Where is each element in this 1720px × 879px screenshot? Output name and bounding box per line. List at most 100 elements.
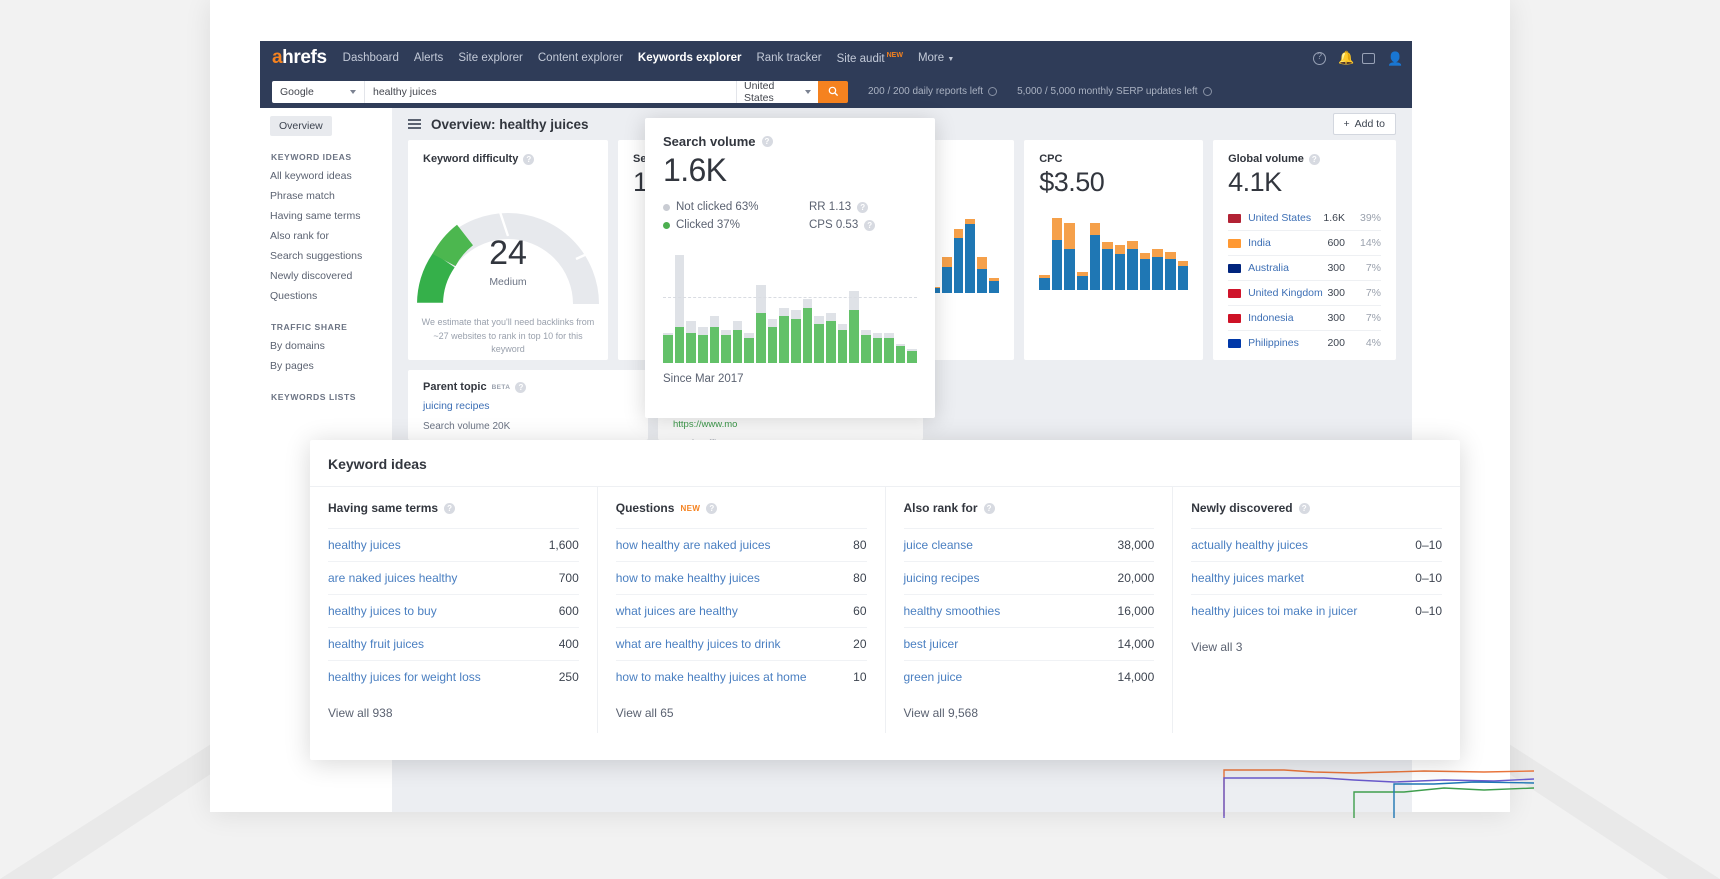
help-icon[interactable]: ? — [1298, 502, 1310, 514]
help-icon[interactable] — [988, 87, 998, 96]
help-icon[interactable]: ? — [761, 136, 773, 147]
clicked-segment — [686, 332, 696, 363]
view-all-link[interactable]: View all 9,568 — [904, 693, 1155, 733]
search-volume-bar — [686, 321, 696, 363]
nav-item-alerts[interactable]: Alerts — [414, 52, 443, 64]
sidebar-item-also-rank-for[interactable]: Also rank for — [270, 230, 392, 242]
first-result-url: https://www.mo — [673, 419, 738, 430]
help-icon[interactable]: ? — [444, 502, 456, 514]
sidebar-item-phrase-match[interactable]: Phrase match — [270, 190, 392, 202]
column-header-label: Having same terms — [328, 501, 439, 515]
country-row[interactable]: Philippines 200 4% — [1228, 330, 1381, 355]
nav-item-rank-tracker[interactable]: Rank tracker — [756, 52, 821, 64]
sidebar-item-all-keyword-ideas[interactable]: All keyword ideas — [270, 170, 392, 182]
parent-topic-link[interactable]: juicing recipes — [423, 400, 633, 412]
nav-item-site-explorer[interactable]: Site explorer — [458, 52, 523, 64]
window-icon[interactable] — [1362, 52, 1375, 64]
sidebar-item-questions[interactable]: Questions — [270, 290, 392, 302]
cpc-bar — [1064, 223, 1075, 290]
nav-item-site-audit[interactable]: Site audit NEW — [837, 52, 903, 65]
sidebar-item-overview[interactable]: Overview — [270, 116, 332, 136]
keyword-link[interactable]: actually healthy juices — [1191, 538, 1308, 552]
country-row[interactable]: United Kingdom 300 7% — [1228, 280, 1381, 305]
country-row[interactable]: United States 1.6K 39% — [1228, 206, 1381, 230]
help-icon[interactable] — [1202, 87, 1212, 96]
keyword-ideas-row: how healthy are naked juices 80 — [615, 528, 867, 561]
sidebar-item-by-domains[interactable]: By domains — [270, 340, 392, 352]
sidebar-item-newly-discovered[interactable]: Newly discovered — [270, 270, 392, 282]
search-volume-popup: Search volume ? 1.6K Not clicked 63% Cli… — [645, 118, 935, 418]
view-all-link[interactable]: View all 65 — [616, 693, 867, 733]
keyword-link[interactable]: are naked juices healthy — [328, 571, 457, 585]
keyword-link[interactable]: how healthy are naked juices — [616, 538, 771, 552]
not-clicked-segment — [849, 291, 859, 311]
keyword-link[interactable]: what juices are healthy — [616, 604, 738, 618]
chevron-down-icon — [805, 89, 811, 94]
sidebar-item-search-suggestions[interactable]: Search suggestions — [270, 250, 392, 262]
return-rate-stat: RR 1.13? — [809, 201, 915, 213]
help-icon[interactable]: ? — [857, 201, 869, 213]
keyword-link[interactable]: healthy juices toi make in juicer — [1191, 604, 1357, 618]
flag-icon — [1228, 313, 1242, 323]
help-icon[interactable] — [1313, 51, 1326, 65]
search-volume-bar — [884, 332, 894, 363]
keyword-link[interactable]: what are healthy juices to drink — [616, 637, 781, 651]
keyword-link[interactable]: healthy juices market — [1191, 571, 1304, 585]
help-icon[interactable]: ? — [523, 153, 535, 165]
keyword-ideas-row: healthy juices 1,600 — [328, 528, 579, 561]
keyword-link[interactable]: healthy juices to buy — [328, 604, 437, 618]
keyword-volume: 1,600 — [548, 538, 579, 552]
keyword-link[interactable]: juice cleanse — [904, 538, 973, 552]
keyword-link[interactable]: healthy fruit juices — [328, 637, 424, 651]
add-to-button[interactable]: + Add to — [1332, 113, 1396, 135]
keyword-link[interactable]: healthy smoothies — [904, 604, 1001, 618]
country-row[interactable]: India 600 14% — [1228, 230, 1381, 255]
parent-topic-card: Parent topic BETA ? juicing recipes Sear… — [408, 370, 648, 440]
organic-segment — [1051, 239, 1063, 290]
search-button[interactable] — [818, 80, 848, 103]
hamburger-icon[interactable] — [408, 119, 421, 129]
country-row[interactable]: Australia 300 7% — [1228, 255, 1381, 280]
notifications-icon[interactable]: 🔔 — [1338, 51, 1354, 64]
search-volume-bar — [872, 332, 883, 363]
cpc-bar — [1164, 251, 1176, 290]
search-engine-select[interactable]: Google — [272, 80, 364, 103]
keyword-link[interactable]: green juice — [904, 670, 963, 684]
help-icon[interactable]: ? — [864, 219, 876, 231]
nav-item-content-explorer[interactable]: Content explorer — [538, 52, 623, 64]
keyword-link[interactable]: how to make healthy juices — [616, 571, 760, 585]
sidebar-group-keyword-ideas: KEYWORD IDEAS — [271, 152, 352, 162]
keyword-link[interactable]: healthy juices — [328, 538, 401, 552]
sidebar-item-having-same-terms[interactable]: Having same terms — [270, 210, 392, 222]
keyword-input[interactable]: healthy juices — [364, 80, 736, 103]
global-volume-card: Global volume ? 4.1K United States 1.6K 39… — [1213, 140, 1396, 360]
country-share: 7% — [1365, 312, 1381, 324]
clicks-per-search-stat: CPS 0.53? — [809, 219, 915, 231]
keyword-ideas-column: Questions NEW? how healthy are naked juice… — [598, 487, 886, 733]
keyword-link[interactable]: best juicer — [904, 637, 959, 651]
keyword-link[interactable]: juicing recipes — [904, 571, 980, 585]
help-icon[interactable]: ? — [515, 381, 527, 393]
keyword-link[interactable]: how to make healthy juices at home — [616, 670, 807, 684]
nav-item-keywords-explorer[interactable]: Keywords explorer — [638, 52, 742, 64]
view-all-link[interactable]: View all 3 — [1191, 627, 1442, 667]
country-volume: 300 — [1327, 287, 1345, 299]
keyword-difficulty-card: Keyword difficulty ? 24 Medium We estima… — [408, 140, 608, 360]
sidebar-item-by-pages[interactable]: By pages — [270, 360, 392, 372]
country-select[interactable]: United States — [736, 80, 818, 104]
keyword-ideas-panel: Keyword ideas Having same terms? healthy … — [310, 440, 1460, 760]
help-icon[interactable]: ? — [1308, 153, 1320, 165]
ahrefs-logo[interactable]: ahrefs — [272, 47, 327, 69]
view-all-link[interactable]: View all 938 — [328, 693, 579, 733]
country-name: United Kingdom — [1248, 287, 1323, 299]
help-icon[interactable]: ? — [983, 502, 995, 514]
nav-item-dashboard[interactable]: Dashboard — [343, 52, 399, 64]
help-icon[interactable]: ? — [706, 502, 718, 514]
country-row[interactable]: Indonesia 300 7% — [1228, 305, 1381, 330]
nav-item-more[interactable]: More ▼ — [918, 52, 954, 64]
keyword-ideas-column: Also rank for? juice cleanse 38,000 juicing… — [886, 487, 1174, 733]
account-icon[interactable]: 👤 — [1387, 52, 1403, 65]
keyword-ideas-row: juicing recipes 20,000 — [903, 561, 1155, 594]
keyword-link[interactable]: healthy juices for weight loss — [328, 670, 481, 684]
paid-segment — [1164, 251, 1176, 259]
